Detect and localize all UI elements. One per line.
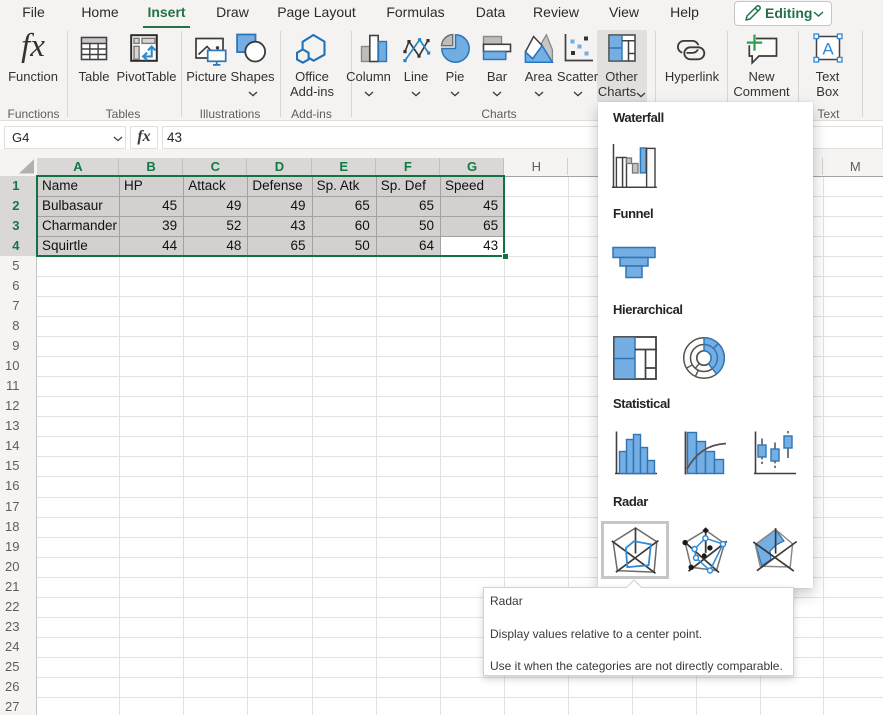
svg-text:A: A xyxy=(822,40,834,59)
